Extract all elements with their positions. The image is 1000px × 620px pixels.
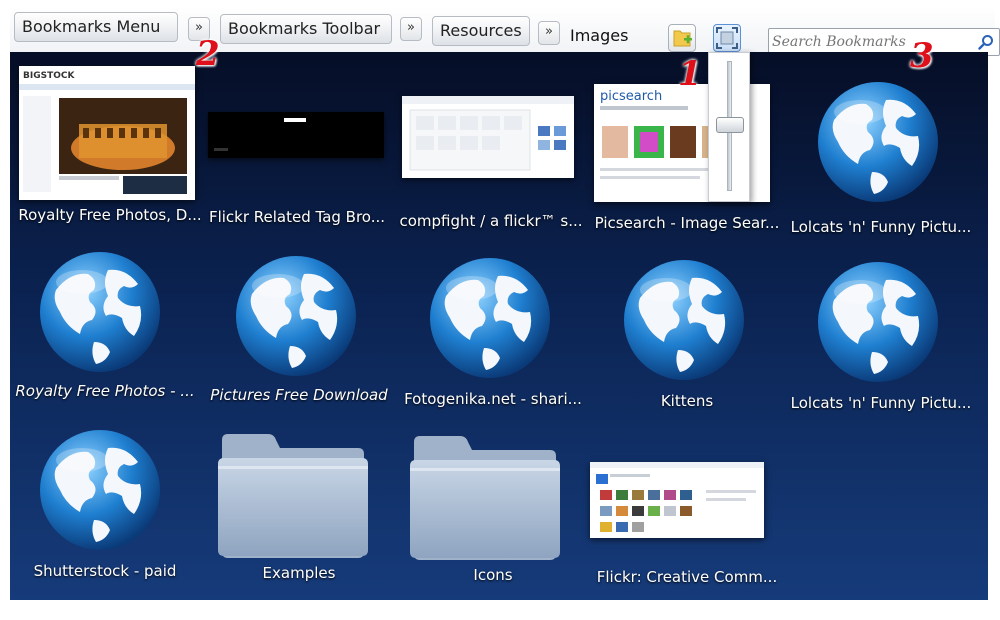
grid-item[interactable]: BIGSTOCK Royalty Free Photos, D... (15, 66, 205, 224)
annotation-number: 1 (678, 54, 702, 94)
breadcrumb-resources[interactable]: Resources (432, 16, 530, 46)
breadcrumb-separator[interactable]: » (538, 21, 560, 45)
globe-icon (786, 240, 976, 382)
grid-item[interactable]: Icons (398, 418, 588, 584)
zoom-slider-handle[interactable] (716, 117, 744, 133)
grid-item-label: Fotogenika.net - shari... (404, 390, 582, 408)
grid-item[interactable]: compfight / a flickr™ s... (396, 66, 586, 230)
grid-item-label: compfight / a flickr™ s... (399, 212, 583, 230)
compfight-thumbnail-icon (396, 66, 586, 206)
zoom-view-button[interactable] (713, 24, 741, 52)
grid-item[interactable]: Flickr Related Tag Bro... (202, 66, 392, 226)
picsearch-logo-text: picsearch (600, 89, 662, 104)
breadcrumb-bookmarks-toolbar[interactable]: Bookmarks Toolbar (220, 14, 392, 44)
grid-item-label: Picsearch - Image Sear... (594, 214, 780, 232)
grid-item-label: Lolcats 'n' Funny Pictu... (790, 218, 972, 236)
breadcrumb-bookmarks-menu[interactable]: Bookmarks Menu (14, 12, 178, 42)
zoom-slider[interactable] (708, 52, 750, 202)
grid-item-label: Icons (473, 566, 513, 584)
grid-item[interactable]: Fotogenika.net - shari... (398, 240, 588, 408)
grid-item[interactable]: Pictures Free Download (204, 240, 394, 404)
grid-item-label: Royalty Free Photos, D... (18, 206, 202, 224)
annotation-number: 3 (910, 36, 934, 76)
folder-icon (204, 418, 394, 558)
bigstock-logo-text: BIGSTOCK (23, 71, 75, 81)
grid-item-label: Flickr: Creative Comm... (596, 568, 778, 586)
dark-page-thumbnail-icon (202, 66, 392, 206)
grid-item[interactable]: Lolcats 'n' Funny Pictu... (786, 240, 976, 412)
new-folder-button[interactable] (668, 24, 696, 52)
grid-item[interactable]: Flickr: Creative Comm... (590, 418, 782, 586)
grid-item-label: Kittens (660, 392, 714, 410)
breadcrumb-current: Images (570, 26, 629, 45)
grid-item[interactable]: Examples (204, 418, 394, 582)
globe-icon (204, 240, 394, 380)
bigstock-thumbnail-icon: BIGSTOCK (15, 66, 205, 206)
annotation-number: 2 (196, 34, 220, 74)
new-folder-icon (673, 30, 692, 47)
grid-item[interactable]: Shutterstock - paid (10, 418, 200, 580)
grid-item-label: Royalty Free Photos - ... (15, 382, 195, 400)
toolbar: Bookmarks Menu » Bookmarks Toolbar » Res… (10, 6, 1000, 56)
breadcrumb-separator[interactable]: » (400, 17, 422, 41)
grid-item-label: Flickr Related Tag Bro... (208, 208, 386, 226)
globe-icon (10, 418, 200, 558)
search-input[interactable] (772, 31, 972, 53)
grid-item-label: Shutterstock - paid (33, 562, 177, 580)
grid-item-label: Lolcats 'n' Funny Pictu... (790, 394, 972, 412)
globe-icon (786, 66, 976, 206)
grid-item-label: Pictures Free Download (210, 386, 388, 404)
fullscreen-icon (716, 27, 738, 49)
grid-item[interactable]: Lolcats 'n' Funny Pictu... (786, 66, 976, 236)
bookmarks-grid: BIGSTOCK Royalty Free Photos, D... Flick… (10, 52, 988, 600)
globe-icon (10, 240, 200, 380)
globe-icon (398, 240, 588, 380)
search-icon[interactable] (978, 34, 994, 50)
grid-item[interactable]: Royalty Free Photos - ... (10, 240, 200, 400)
folder-icon (398, 418, 588, 560)
flickr-thumbnail-icon (590, 418, 782, 558)
grid-item-label: Examples (262, 564, 336, 582)
globe-icon (592, 240, 782, 380)
grid-item[interactable]: Kittens (592, 240, 782, 410)
